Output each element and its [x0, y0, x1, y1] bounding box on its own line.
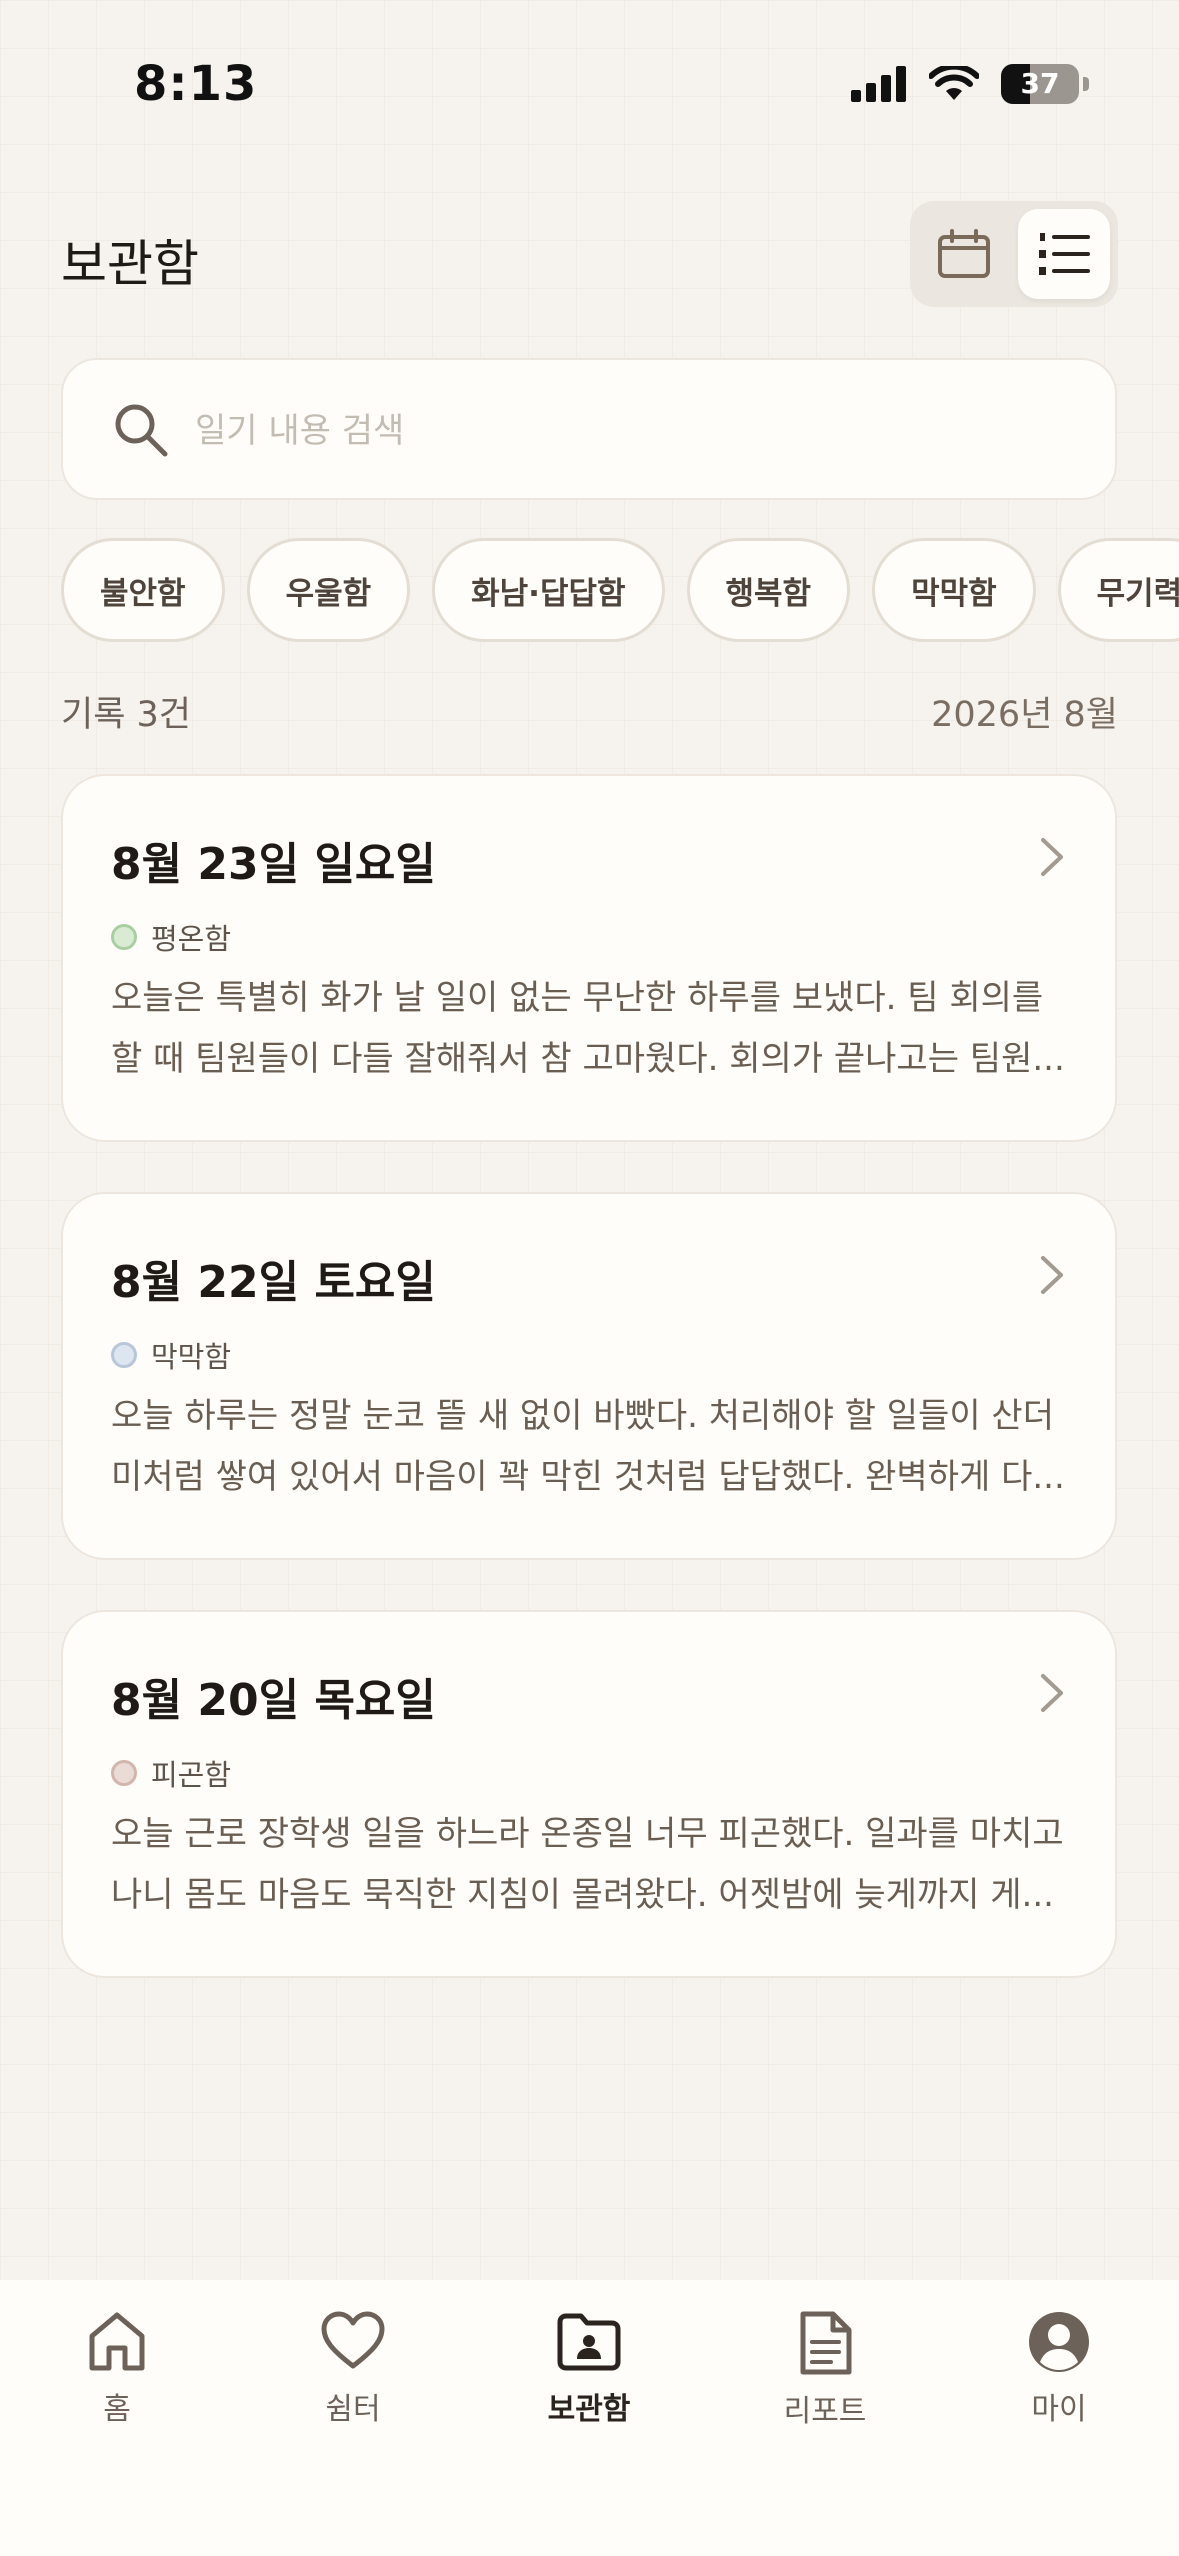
excerpt-line: 오늘 하루는 정말 눈코 뜰 새 없이 바빴다. 처리해야 할 일들이 산더	[111, 1396, 1054, 1436]
chevron-right-icon	[1041, 1674, 1063, 1712]
nav-home[interactable]: 홈	[37, 2310, 197, 2428]
entry-date: 8월 22일 토요일	[111, 1257, 436, 1308]
battery-icon: 37	[1001, 64, 1079, 104]
entry-emotion: 막막함	[111, 1334, 231, 1376]
folder-icon	[557, 2313, 621, 2371]
chip-lethargic[interactable]: 무기력	[1057, 538, 1179, 642]
chip-happy[interactable]: 행복함	[686, 538, 851, 642]
nav-label: 홈	[103, 2392, 131, 2427]
excerpt-line: 오늘 근로 장학생 일을 하느라 온종일 너무 피곤했다. 일과를 마치고	[111, 1814, 1064, 1854]
nav-archive[interactable]: 보관함	[509, 2310, 669, 2428]
list-view-button[interactable]	[1018, 209, 1110, 299]
profile-icon	[1029, 2312, 1089, 2372]
chevron-right-icon	[1041, 838, 1063, 876]
calendar-view-button[interactable]	[918, 209, 1010, 299]
nav-my[interactable]: 마이	[979, 2310, 1139, 2428]
calendar-icon	[938, 229, 990, 278]
excerpt-line: 미처럼 쌓여 있어서 마음이 꽉 막힌 것처럼 답답했다. 완벽하게 다...	[111, 1457, 1065, 1497]
home-icon	[89, 2312, 145, 2371]
excerpt-line: 오늘은 특별히 화가 날 일이 없는 무난한 하루를 보냈다. 팀 회의를	[111, 978, 1044, 1018]
nav-shelter[interactable]: 쉼터	[273, 2310, 433, 2428]
emotion-filter-chips: 불안함 우울함 화남·답답함 행복함 막막함 무기력	[61, 538, 1179, 642]
heart-icon	[321, 2311, 385, 2369]
search-icon	[115, 404, 168, 457]
emotion-dot	[111, 1760, 137, 1786]
chip-helpless[interactable]: 막막함	[872, 538, 1036, 642]
diary-entry-card[interactable]: 8월 23일 일요일 평온함 오늘은 특별히 화가 날 일이 없는 무난한 하루…	[61, 774, 1117, 1142]
entry-emotion: 평온함	[111, 916, 231, 958]
status-icons: 37	[851, 64, 1089, 104]
emotion-label: 피곤함	[151, 1758, 232, 1792]
search-input[interactable]	[193, 394, 1077, 468]
nav-report[interactable]: 리포트	[745, 2310, 905, 2430]
wifi-icon	[929, 66, 979, 100]
current-month: 2026년 8월	[931, 695, 1118, 735]
record-count: 기록 3건	[61, 695, 191, 735]
bottom-nav: 홈 쉼터 보관함 리포트 마이	[0, 2280, 1179, 2556]
page-title: 보관함	[61, 235, 199, 293]
battery-level: 37	[1020, 67, 1060, 100]
nav-label: 리포트	[783, 2394, 867, 2429]
entry-date: 8월 23일 일요일	[111, 839, 436, 890]
chip-anxious[interactable]: 불안함	[61, 538, 225, 642]
search-bar	[61, 358, 1117, 500]
excerpt-line: 할 때 팀원들이 다들 잘해줘서 참 고마웠다. 회의가 끝나고는 팀원...	[111, 1039, 1065, 1079]
battery-cap	[1083, 77, 1089, 91]
nav-label: 마이	[1031, 2392, 1087, 2427]
entry-excerpt: 오늘은 특별히 화가 날 일이 없는 무난한 하루를 보냈다. 팀 회의를 할 …	[111, 968, 1065, 1090]
view-toggle	[910, 201, 1118, 307]
numbered-list-icon	[1039, 233, 1090, 275]
report-icon	[800, 2311, 852, 2375]
entry-date: 8월 20일 목요일	[111, 1675, 436, 1726]
entry-excerpt: 오늘 하루는 정말 눈코 뜰 새 없이 바빴다. 처리해야 할 일들이 산더 미…	[111, 1386, 1065, 1508]
entry-excerpt: 오늘 근로 장학생 일을 하느라 온종일 너무 피곤했다. 일과를 마치고 나니…	[111, 1804, 1065, 1926]
entry-emotion: 피곤함	[111, 1752, 231, 1794]
chip-angry[interactable]: 화남·답답함	[432, 538, 665, 642]
excerpt-line: 나니 몸도 마음도 묵직한 지침이 몰려왔다. 어젯밤에 늦게까지 게...	[111, 1875, 1054, 1915]
emotion-dot	[111, 924, 137, 950]
emotion-label: 평온함	[151, 922, 232, 956]
emotion-label: 막막함	[151, 1340, 232, 1374]
nav-label: 보관함	[547, 2392, 631, 2427]
diary-entry-card[interactable]: 8월 20일 목요일 피곤함 오늘 근로 장학생 일을 하느라 온종일 너무 피…	[61, 1610, 1117, 1978]
status-time: 8:13	[134, 56, 258, 112]
signal-icon	[851, 66, 906, 102]
chevron-right-icon	[1041, 1256, 1063, 1294]
nav-label: 쉼터	[325, 2392, 381, 2427]
chip-depressed[interactable]: 우울함	[246, 538, 411, 642]
diary-entry-card[interactable]: 8월 22일 토요일 막막함 오늘 하루는 정말 눈코 뜰 새 없이 바빴다. …	[61, 1192, 1117, 1560]
emotion-dot	[111, 1342, 137, 1368]
